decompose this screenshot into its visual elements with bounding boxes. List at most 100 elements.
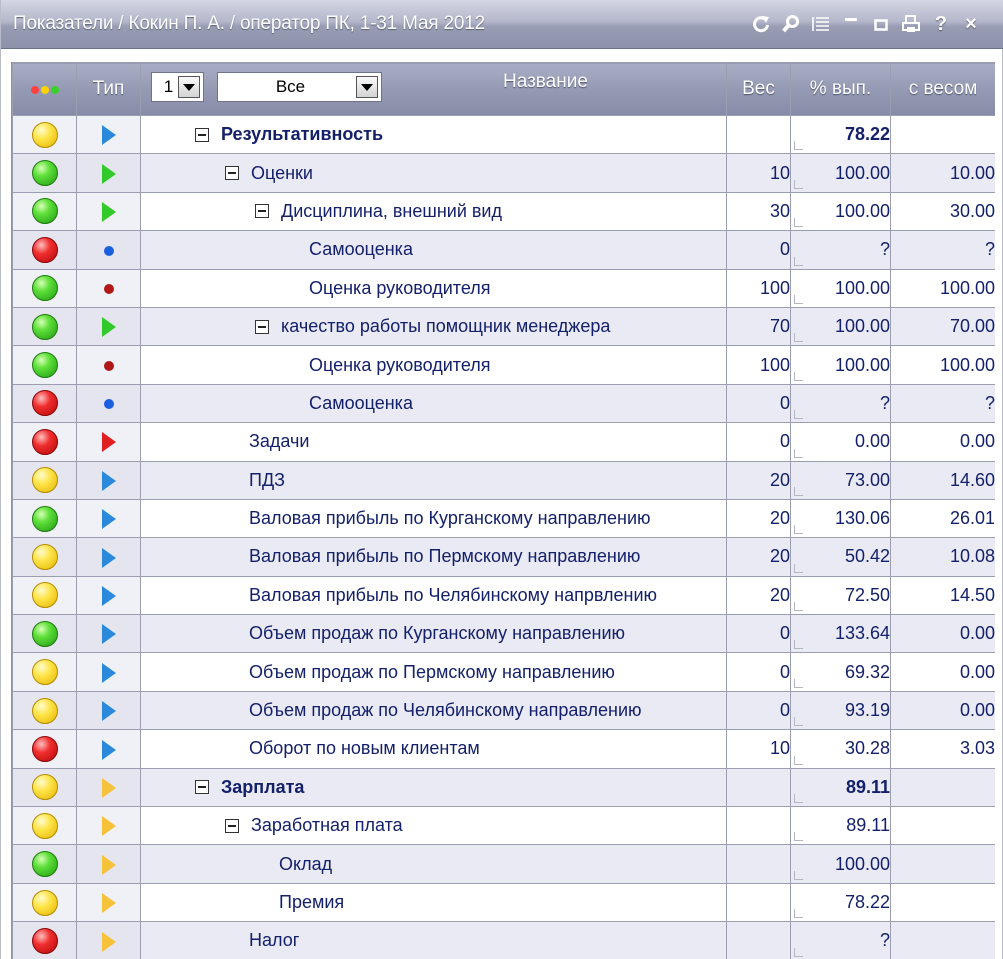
table-row[interactable]: Оценки 10 100.00 10.00 xyxy=(12,153,995,193)
percent-cell[interactable]: ? xyxy=(790,921,891,959)
table-row[interactable]: Самооценка 0?? xyxy=(12,383,995,424)
percent-cell[interactable]: 69.32 xyxy=(790,652,891,692)
weight-column-header[interactable]: Вес xyxy=(726,62,791,116)
percent-value: 93.19 xyxy=(844,700,890,721)
maximize-icon[interactable] xyxy=(866,10,896,38)
name-cell[interactable]: Налог xyxy=(140,921,727,959)
percent-cell[interactable]: 100.00 xyxy=(790,306,891,347)
name-cell[interactable]: ПДЗ xyxy=(140,460,727,500)
name-cell[interactable]: Оборот по новым клиентам xyxy=(140,729,727,769)
table-row[interactable]: Заработная плата 89.11 xyxy=(12,806,995,846)
name-column-header[interactable]: 1 Все Название xyxy=(140,62,727,116)
name-cell[interactable]: Оценки xyxy=(140,153,727,193)
name-cell[interactable]: Объем продаж по Челябинскому направлению xyxy=(140,690,727,731)
name-cell[interactable]: Валовая прибыль по Челябинскому напрвлен… xyxy=(140,575,727,616)
percent-cell[interactable]: 133.64 xyxy=(790,614,891,654)
search-icon[interactable] xyxy=(776,10,806,38)
percent-cell[interactable]: 89.11 xyxy=(790,767,891,808)
print-icon[interactable] xyxy=(896,10,926,38)
percent-cell[interactable]: 100.00 xyxy=(790,153,891,193)
table-row[interactable]: ПДЗ 20 73.00 14.60 xyxy=(12,460,995,500)
percent-cell[interactable]: 100.00 xyxy=(790,268,891,308)
percent-cell[interactable]: 73.00 xyxy=(790,460,891,500)
name-cell[interactable]: качество работы помощник менеджера xyxy=(140,306,727,347)
percent-cell[interactable]: 89.11 xyxy=(790,806,891,846)
percent-cell[interactable]: 130.06 xyxy=(790,498,891,539)
percent-cell[interactable]: 93.19 xyxy=(790,690,891,731)
refresh-icon[interactable] xyxy=(746,10,776,38)
table-row[interactable]: Результативность 78.22 xyxy=(12,114,995,155)
name-cell[interactable]: Зарплата xyxy=(140,767,727,808)
table-row[interactable]: Задачи 0 0.00 0.00 xyxy=(12,422,995,462)
collapse-icon[interactable] xyxy=(225,818,239,833)
green-triangle-icon xyxy=(101,202,116,223)
name-cell[interactable]: Дисциплина, внешний вид xyxy=(140,191,727,232)
collapse-icon[interactable] xyxy=(195,780,209,795)
weighted-column-header[interactable]: с весом xyxy=(890,62,995,116)
collapse-icon[interactable] xyxy=(225,166,239,181)
level-select[interactable]: 1 xyxy=(151,72,204,102)
name-cell[interactable]: Объем продаж по Пермскому направлению xyxy=(140,652,727,692)
table-row[interactable]: Объем продаж по Пермскому направлению 0 69… xyxy=(12,652,995,692)
table-row[interactable]: Дисциплина, внешний вид 30 100.00 30.00 xyxy=(12,191,995,232)
status-yellow-icon xyxy=(31,582,58,609)
resize-corner-icon xyxy=(794,563,803,573)
minimize-icon[interactable] xyxy=(836,10,866,38)
filter-select[interactable]: Все xyxy=(217,72,382,102)
table-row[interactable]: Оклад 100.00 xyxy=(12,844,995,884)
help-icon[interactable]: ? xyxy=(926,10,956,38)
table-row[interactable]: Валовая прибыль по Курганскому направлен… xyxy=(12,498,995,539)
weight-cell: 30 xyxy=(726,191,791,232)
name-cell[interactable]: Оценка руководителя xyxy=(140,345,727,385)
list-icon[interactable] xyxy=(806,10,836,38)
table-row[interactable]: качество работы помощник менеджера 70 100.… xyxy=(12,306,995,347)
percent-cell[interactable]: ? xyxy=(790,230,891,270)
table-row[interactable]: Валовая прибыль по Челябинскому напрвлен… xyxy=(12,575,995,616)
percent-cell[interactable]: 100.00 xyxy=(790,191,891,232)
percent-cell[interactable]: 72.50 xyxy=(790,575,891,616)
status-red-icon xyxy=(31,927,58,954)
percent-cell[interactable]: 100.00 xyxy=(790,844,891,884)
table-row[interactable]: Самооценка 0?? xyxy=(12,230,995,270)
status-cell xyxy=(12,767,77,808)
name-cell[interactable]: Результативность xyxy=(140,114,727,155)
name-cell[interactable]: Задачи xyxy=(140,422,727,462)
table-row[interactable]: Оценка руководителя 100 100.00 100.00 xyxy=(12,345,995,385)
close-icon[interactable]: × xyxy=(956,10,986,38)
name-cell[interactable]: Оклад xyxy=(140,844,727,884)
percent-cell[interactable]: 78.22 xyxy=(790,882,891,923)
name-cell[interactable]: Самооценка xyxy=(140,230,727,270)
collapse-icon[interactable] xyxy=(195,127,209,142)
name-cell[interactable]: Валовая прибыль по Пермскому направлению xyxy=(140,537,727,577)
table-row[interactable]: Объем продаж по Челябинскому направлению… xyxy=(12,690,995,731)
name-cell[interactable]: Заработная плата xyxy=(140,806,727,846)
percent-cell[interactable]: 78.22 xyxy=(790,114,891,155)
name-cell[interactable]: Самооценка xyxy=(140,383,727,424)
chevron-down-icon[interactable] xyxy=(356,76,378,98)
name-cell[interactable]: Валовая прибыль по Курганскому направлен… xyxy=(140,498,727,539)
table-row[interactable]: Оценка руководителя 100 100.00 100.00 xyxy=(12,268,995,308)
status-column-header[interactable] xyxy=(12,62,77,116)
percent-cell[interactable]: 100.00 xyxy=(790,345,891,385)
percent-cell[interactable]: 50.42 xyxy=(790,537,891,577)
table-row[interactable]: Оборот по новым клиентам 10 30.28 3.03 xyxy=(12,729,995,769)
table-row[interactable]: Валовая прибыль по Пермскому направлению… xyxy=(12,537,995,577)
table-row[interactable]: Зарплата 89.11 xyxy=(12,767,995,808)
percent-cell[interactable]: 30.28 xyxy=(790,729,891,769)
name-cell[interactable]: Премия xyxy=(140,882,727,923)
percent-column-header[interactable]: % вып. xyxy=(790,62,891,116)
level-select-value: 1 xyxy=(163,77,174,96)
chevron-down-icon[interactable] xyxy=(178,76,200,98)
percent-cell[interactable]: 0.00 xyxy=(790,422,891,462)
table-row[interactable]: Налог? xyxy=(12,921,995,959)
collapse-icon[interactable] xyxy=(255,204,269,219)
table-row[interactable]: Премия 78.22 xyxy=(12,882,995,923)
percent-value: 100.00 xyxy=(834,354,890,375)
collapse-icon[interactable] xyxy=(255,319,269,334)
percent-cell[interactable]: ? xyxy=(790,383,891,424)
name-cell[interactable]: Оценка руководителя xyxy=(140,268,727,308)
name-cell[interactable]: Объем продаж по Курганскому направлению xyxy=(140,614,727,654)
table-row[interactable]: Объем продаж по Курганскому направлению 0… xyxy=(12,614,995,654)
indicator-name: Оценка руководителя xyxy=(309,277,491,298)
type-column-header[interactable]: Тип xyxy=(76,62,141,116)
